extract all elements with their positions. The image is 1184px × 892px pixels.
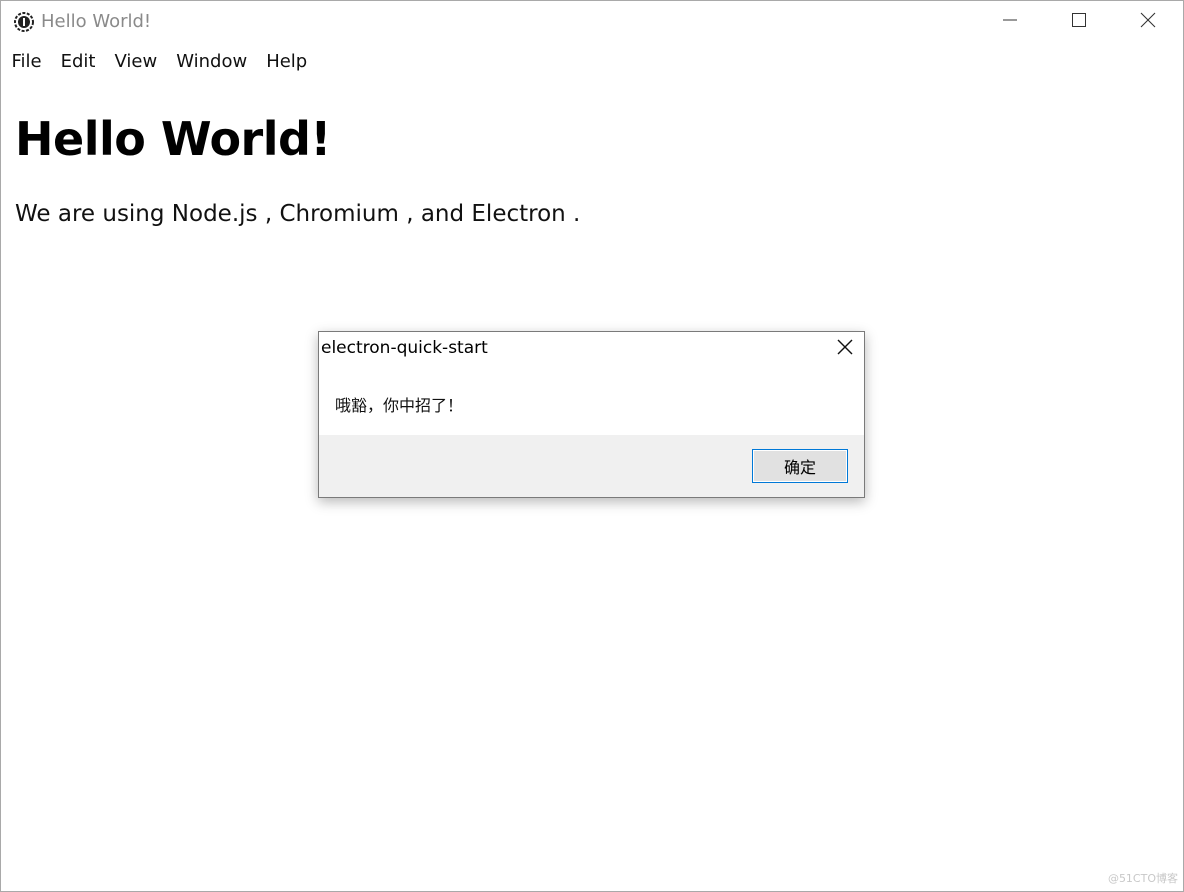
page-heading: Hello World! bbox=[15, 112, 331, 166]
page-paragraph: We are using Node.js , Chromium , and El… bbox=[15, 201, 581, 227]
title-bar[interactable]: Hello World! bbox=[1, 1, 1183, 43]
menu-bar: File Edit View Window Help bbox=[1, 45, 317, 77]
page-content: Hello World! We are using Node.js , Chro… bbox=[15, 101, 580, 227]
close-icon bbox=[1140, 12, 1156, 32]
dialog-message: 哦豁，你中招了！ bbox=[335, 396, 464, 415]
close-icon bbox=[836, 338, 854, 360]
minimize-icon bbox=[1002, 12, 1018, 32]
ok-button[interactable]: 确定 bbox=[752, 449, 848, 483]
message-dialog: electron-quick-start 哦豁，你中招了！ 确定 bbox=[318, 331, 865, 498]
maximize-button[interactable] bbox=[1044, 1, 1114, 43]
menu-help[interactable]: Help bbox=[257, 47, 317, 76]
close-button[interactable] bbox=[1113, 1, 1183, 43]
menu-window[interactable]: Window bbox=[167, 47, 257, 76]
dialog-close-button[interactable] bbox=[834, 338, 856, 360]
dialog-title: electron-quick-start bbox=[321, 338, 488, 358]
menu-file[interactable]: File bbox=[2, 47, 51, 76]
watermark: @51CTO博客 bbox=[1107, 872, 1178, 885]
electron-atom-icon bbox=[13, 11, 35, 33]
menu-edit[interactable]: Edit bbox=[51, 47, 105, 76]
app-window: Hello World! File Edit View Window Help … bbox=[0, 0, 1184, 892]
minimize-button[interactable] bbox=[975, 1, 1045, 43]
menu-view[interactable]: View bbox=[105, 47, 167, 76]
dialog-footer: 确定 bbox=[319, 435, 864, 497]
maximize-icon bbox=[1071, 12, 1087, 32]
window-title: Hello World! bbox=[41, 11, 152, 32]
